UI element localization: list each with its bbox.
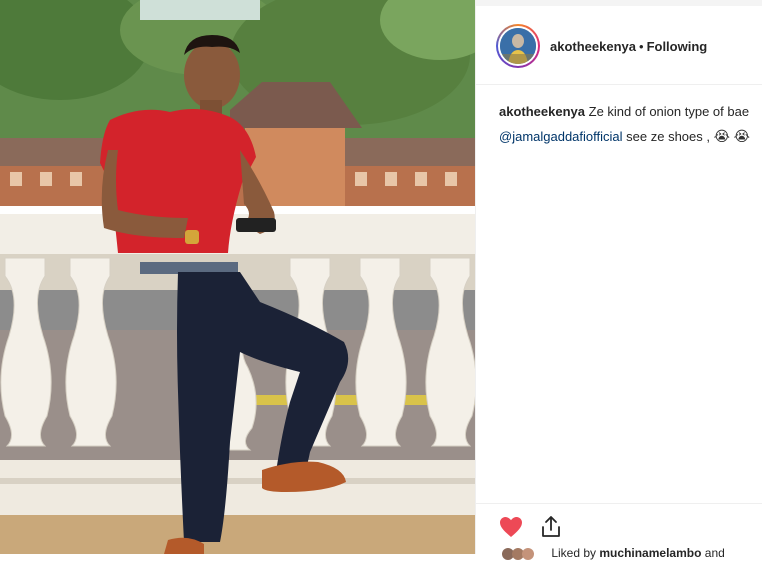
like-button[interactable] [498, 514, 524, 540]
mention-link[interactable]: @jamalgaddafiofficial [499, 129, 623, 144]
caption-line-1: akotheekenya Ze kind of onion type of ba… [499, 99, 762, 124]
avatar[interactable] [500, 28, 536, 64]
crying-emoji-2: 😭 [733, 128, 750, 144]
avatar-story-ring[interactable] [496, 24, 540, 68]
post-actions [498, 514, 578, 540]
liked-by-prefix: Liked by [551, 546, 597, 560]
likes-summary: Liked by muchinamelambo and [500, 546, 725, 561]
post-photo[interactable] [0, 0, 475, 554]
post-header: akotheekenya • Following [496, 22, 762, 70]
crying-emoji-1: 😭 [713, 128, 730, 144]
post-caption: akotheekenya Ze kind of onion type of ba… [499, 99, 762, 149]
header-text: akotheekenya • Following [550, 39, 707, 54]
separator-dot: • [639, 38, 644, 54]
actions-divider [476, 503, 762, 504]
caption-text: Ze kind of onion type of bae [588, 104, 750, 119]
avatar-image-icon [500, 28, 536, 64]
caption-text-2: see ze shoes , [626, 129, 710, 144]
liked-by-user-link[interactable]: muchinamelambo [599, 546, 701, 560]
caption-username-link[interactable]: akotheekenya [499, 104, 585, 119]
username-link[interactable]: akotheekenya [550, 39, 636, 54]
caption-line-2: @jamalgaddafiofficial see ze shoes , 😭 😭 [499, 124, 762, 149]
following-button[interactable]: Following [647, 39, 708, 54]
header-divider [476, 84, 762, 85]
heart-filled-icon [500, 517, 522, 537]
post-photo-illustration [0, 0, 475, 554]
share-button[interactable] [538, 514, 564, 540]
share-icon [542, 516, 560, 537]
liked-by-suffix: and [704, 546, 725, 560]
top-separator [476, 0, 762, 6]
